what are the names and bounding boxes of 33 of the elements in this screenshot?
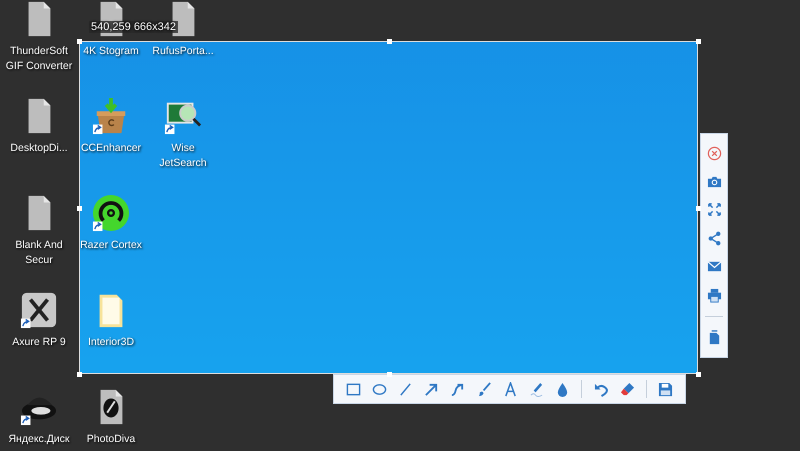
share-icon[interactable]: [706, 230, 722, 246]
resize-handle[interactable]: [696, 206, 701, 210]
icon-label[interactable]: Blank And Secur: [3, 238, 75, 268]
highlighter-icon[interactable]: [529, 382, 544, 396]
resize-handle[interactable]: [386, 39, 392, 44]
line-icon[interactable]: [398, 382, 413, 396]
resize-handle[interactable]: [77, 206, 82, 210]
close-icon[interactable]: [706, 146, 722, 161]
icon-label[interactable]: Яндекс.Диск: [8, 432, 70, 447]
curved-arrow-icon[interactable]: [450, 382, 466, 396]
resize-handle[interactable]: [386, 372, 392, 377]
icon-label[interactable]: DesktopDi...: [10, 141, 68, 156]
icon-label[interactable]: PhotoDiva: [86, 432, 136, 447]
brush-icon[interactable]: [476, 382, 492, 396]
x-logo-icon[interactable]: [20, 291, 58, 329]
expand-icon[interactable]: [706, 202, 722, 218]
camera-icon[interactable]: [706, 174, 722, 190]
save-icon[interactable]: [658, 382, 674, 396]
resize-handle[interactable]: [696, 39, 701, 44]
resize-handle[interactable]: [77, 39, 82, 44]
ellipse-icon[interactable]: [372, 382, 387, 396]
text-tool-icon[interactable]: [502, 382, 518, 396]
print-icon[interactable]: [706, 288, 722, 303]
selection-dimensions: 540,259 666x342: [89, 21, 178, 33]
gauge-icon[interactable]: [92, 194, 130, 232]
undo-icon[interactable]: [594, 382, 609, 396]
arrow-icon[interactable]: [424, 382, 440, 396]
resize-handle[interactable]: [696, 372, 701, 377]
resize-handle[interactable]: [77, 372, 82, 377]
icon-label[interactable]: Axure RP 9: [12, 335, 66, 350]
eraser-icon[interactable]: [620, 382, 635, 396]
rectangle-icon[interactable]: [346, 382, 361, 396]
icon-label[interactable]: ThunderSoft GIF Converter: [3, 44, 75, 74]
